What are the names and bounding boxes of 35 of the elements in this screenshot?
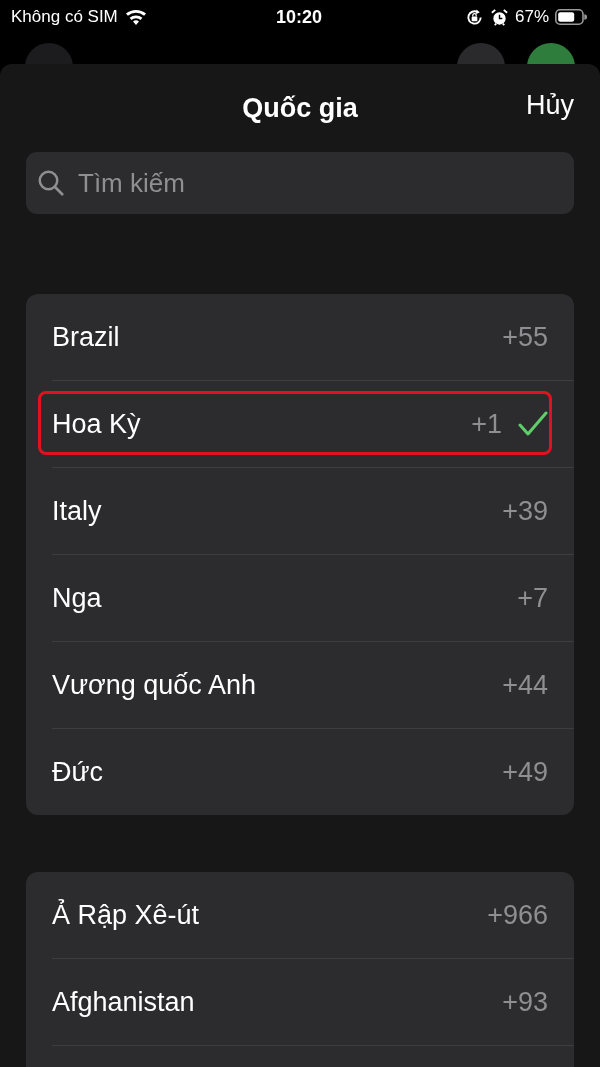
country-row[interactable]: Vương quốc Anh +44 — [52, 642, 574, 729]
dial-code: +7 — [517, 582, 548, 614]
wifi-icon — [123, 8, 148, 26]
country-name: Vương quốc Anh — [52, 669, 257, 701]
dial-code: +49 — [502, 756, 548, 788]
country-row[interactable]: Afghanistan +93 — [52, 959, 574, 1046]
battery-icon — [555, 9, 587, 25]
country-name: Hoa Kỳ — [52, 408, 142, 440]
dial-code: +44 — [502, 669, 548, 701]
dial-code: +966 — [487, 899, 548, 931]
checkmark-icon — [518, 411, 548, 437]
country-name: Brazil — [52, 321, 121, 353]
clock-text: 10:20 — [276, 6, 323, 28]
battery-percent: 67% — [515, 7, 549, 27]
country-row[interactable]: Ả Rập Xê-út +966 — [52, 872, 574, 959]
cancel-button[interactable]: Hủy — [526, 90, 574, 121]
rotation-lock-icon — [465, 7, 484, 27]
country-name: Đức — [52, 756, 105, 788]
country-name: Afghanistan — [52, 986, 196, 1018]
dial-code: +39 — [502, 495, 548, 527]
sheet-title: Quốc gia — [242, 92, 358, 124]
dial-code: +55 — [502, 321, 548, 353]
search-field[interactable]: Tìm kiếm — [26, 152, 574, 214]
country-row[interactable]: Đức +49 — [52, 729, 574, 815]
dial-code: +93 — [502, 986, 548, 1018]
country-row[interactable]: Italy +39 — [52, 468, 574, 555]
carrier-text: Không có SIM — [11, 7, 118, 27]
country-name: Italy — [52, 495, 103, 527]
alarm-icon — [490, 7, 509, 27]
dial-code: +1 — [471, 408, 502, 440]
country-row[interactable]: Nga +7 — [52, 555, 574, 642]
country-row[interactable]: Brazil +55 — [52, 294, 574, 381]
country-name: Nga — [52, 582, 103, 614]
country-row[interactable]: Hoa Kỳ +1 — [52, 381, 574, 468]
country-name: Ả Rập Xê-út — [52, 899, 201, 931]
